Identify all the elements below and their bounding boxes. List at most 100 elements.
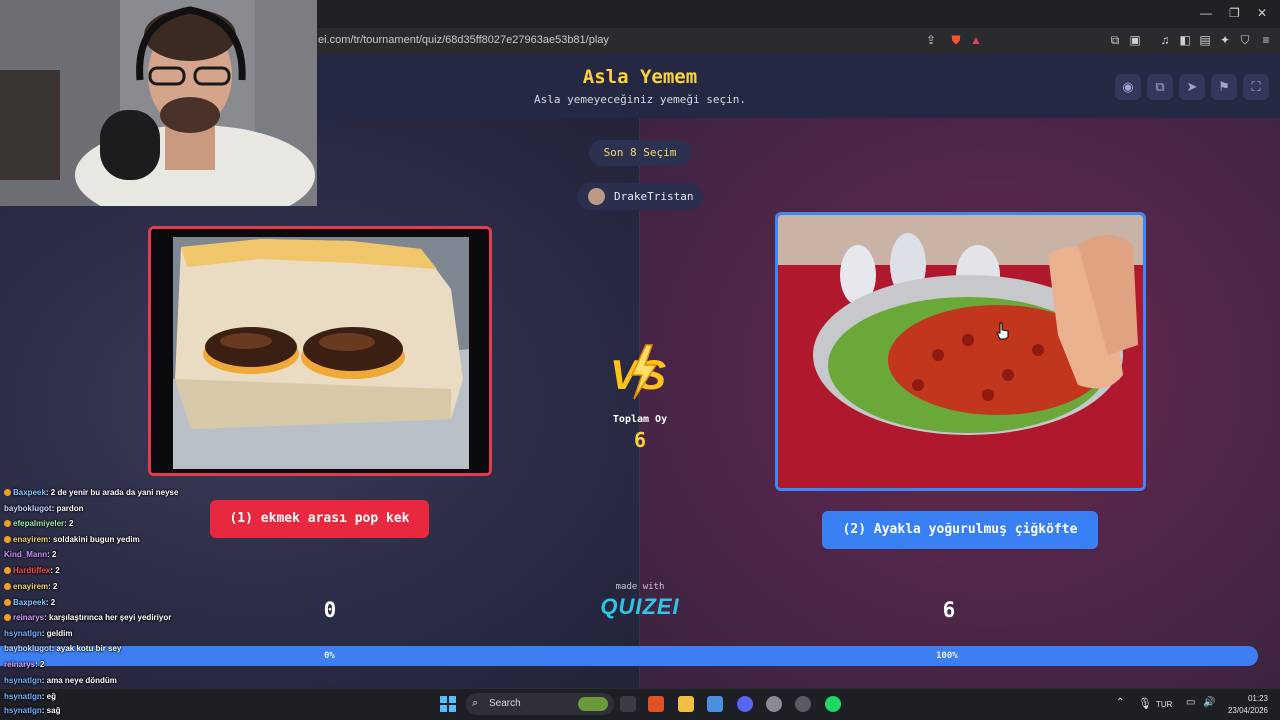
choice-2-button[interactable]: (2) Ayakla yoğurulmuş çiğköfte [822,511,1098,549]
settings-icon[interactable] [766,696,782,712]
chat-message: bayboklugot: pardon [4,504,84,513]
chat-text: : 2 [35,660,45,669]
language-indicator[interactable]: TUR [1156,700,1172,709]
player-avatar [588,188,605,205]
choice-1-image [151,229,489,473]
tab-manager-icon[interactable]: ▣ [1128,33,1142,47]
menu-icon[interactable]: ≡ [1259,33,1273,47]
wallet-icon[interactable]: ▤ [1198,33,1212,47]
chat-message: hsynatlgn: sağ [4,706,60,715]
chat-overlay: Baxpeek: 2 de yenir bu arada da yani ney… [0,482,300,720]
streamer-webcam-image [0,0,317,206]
player-name: DrakeTristan [614,190,694,203]
chat-username: bayboklugot [4,644,52,653]
volume-icon[interactable]: 🔊 [1203,697,1215,708]
chat-username: Hardtiffex [13,566,51,575]
chat-message: bayboklugot: ayak kotu bir sey [4,644,121,653]
chat-text: : geldim [41,629,73,638]
choice-2-image [778,215,1143,488]
screen: — ❐ ✕ ei.com/tr/tournament/quiz/68d35ff8… [0,0,1280,720]
chat-text: : ayak kotu bir sey [51,644,122,653]
extensions-icon[interactable]: ⧉ [1108,33,1122,47]
microphone-icon[interactable]: 🎙 [1138,697,1152,710]
choice-2-card[interactable] [775,212,1146,491]
close-button[interactable]: ✕ [1257,6,1267,20]
send-icon[interactable]: ➤ [1179,74,1205,100]
clock-date[interactable]: 23/04/2026 [1216,706,1268,715]
copy-icon[interactable]: ⧉ [1147,74,1173,100]
eye-icon[interactable]: ◉ [1115,74,1141,100]
quizei-logo[interactable]: QUIZEI [590,594,690,620]
chat-message: enayirem: soldakini bugun yedim [4,535,140,544]
discord-icon[interactable] [737,696,753,712]
choice-1-percent: 0% [324,651,335,661]
chat-username: enayirem [13,535,49,544]
file-explorer-icon[interactable] [678,696,694,712]
choice-1-votes: 0 [323,598,337,622]
windows-taskbar [0,688,1280,720]
vpn-icon[interactable]: ⛉ [1238,33,1252,47]
total-votes-value: 6 [633,428,647,452]
chat-message: enayirem: 2 [4,582,57,591]
chat-message: reinarys: 2 [4,660,44,669]
sidebar-icon[interactable]: ◧ [1178,33,1192,47]
chat-text: : 2 [45,598,56,607]
vs-icon: VS [610,344,666,400]
clock-time[interactable]: 01:23 [1224,694,1268,703]
brave-browser-icon[interactable] [648,696,664,712]
windows-start-icon[interactable] [440,696,456,712]
task-view-icon[interactable] [620,696,636,712]
chat-username: hsynatlgn [4,676,42,685]
chat-message: reinarys: karşılaştırınca her şeyi yedir… [4,613,171,622]
chat-text: : soldakini bugun yedim [48,535,140,544]
chat-username: efepalmiyeler [13,519,65,528]
webcam-overlay [0,0,317,206]
chat-message: hsynatlgn: geldim [4,629,72,638]
chat-text: : 2 de yenir bu arada da yani neyse [45,488,179,497]
search-highlight-icon [578,697,608,711]
chat-text: : 2 [47,550,57,559]
chat-username: hsynatlgn [4,706,42,715]
chat-message: Kind_Mann: 2 [4,550,56,559]
share-icon[interactable]: ⇪ [924,33,938,47]
flag-icon[interactable]: ⚑ [1211,74,1237,100]
chat-message: efepalmiyeler: 2 [4,519,73,528]
choice-1-card[interactable] [148,226,492,476]
made-with-label: made with [615,582,665,592]
chat-text: : 2 [48,582,58,591]
network-icon[interactable]: ▭ [1186,697,1195,708]
chat-text: : sağ [41,706,61,715]
taskbar-search-label: Search [489,698,521,709]
obs-icon[interactable] [795,696,811,712]
spotify-icon[interactable] [825,696,841,712]
chat-message: Baxpeek: 2 de yenir bu arada da yani ney… [4,488,178,497]
round-badge: Son 8 Seçim [589,140,691,166]
maximize-button[interactable]: ❐ [1229,6,1240,20]
chat-text: : pardon [51,504,84,513]
chat-username: hsynatlgn [4,692,42,701]
search-icon: ⌕ [472,697,479,709]
chat-username: Kind_Mann [4,550,48,559]
chat-username: Baxpeek [13,488,46,497]
brave-rewards-icon[interactable]: ▲ [969,33,983,47]
chat-username: hsynatlgn [4,629,42,638]
leo-ai-icon[interactable]: ✦ [1218,33,1232,47]
total-votes-label: Toplam Oy [612,414,668,425]
chat-username: reinarys [13,613,45,622]
choice-2-votes: 6 [942,598,956,622]
minimize-button[interactable]: — [1200,6,1212,20]
hand-cursor-icon [996,322,1009,340]
address-bar-url[interactable]: ei.com/tr/tournament/quiz/68d35ff8027e27… [318,34,609,46]
chat-text: : karşılaştırınca her şeyi yediriyor [44,613,172,622]
brave-shield-icon[interactable]: ⛊ [949,33,963,47]
app-icon[interactable] [707,696,723,712]
tray-chevron-icon[interactable]: ⌃ [1116,697,1124,708]
chat-text: : ama neye döndüm [41,676,117,685]
chat-message: hsynatlgn: ama neye döndüm [4,676,117,685]
chat-text: : eğ [41,692,57,701]
fullscreen-icon[interactable]: ⛶ [1243,74,1269,100]
media-icon[interactable]: ♫ [1158,33,1172,47]
chat-message: Hardtiffex: 2 [4,566,60,575]
chat-username: enayirem [13,582,49,591]
chat-text: : 2 [64,519,74,528]
